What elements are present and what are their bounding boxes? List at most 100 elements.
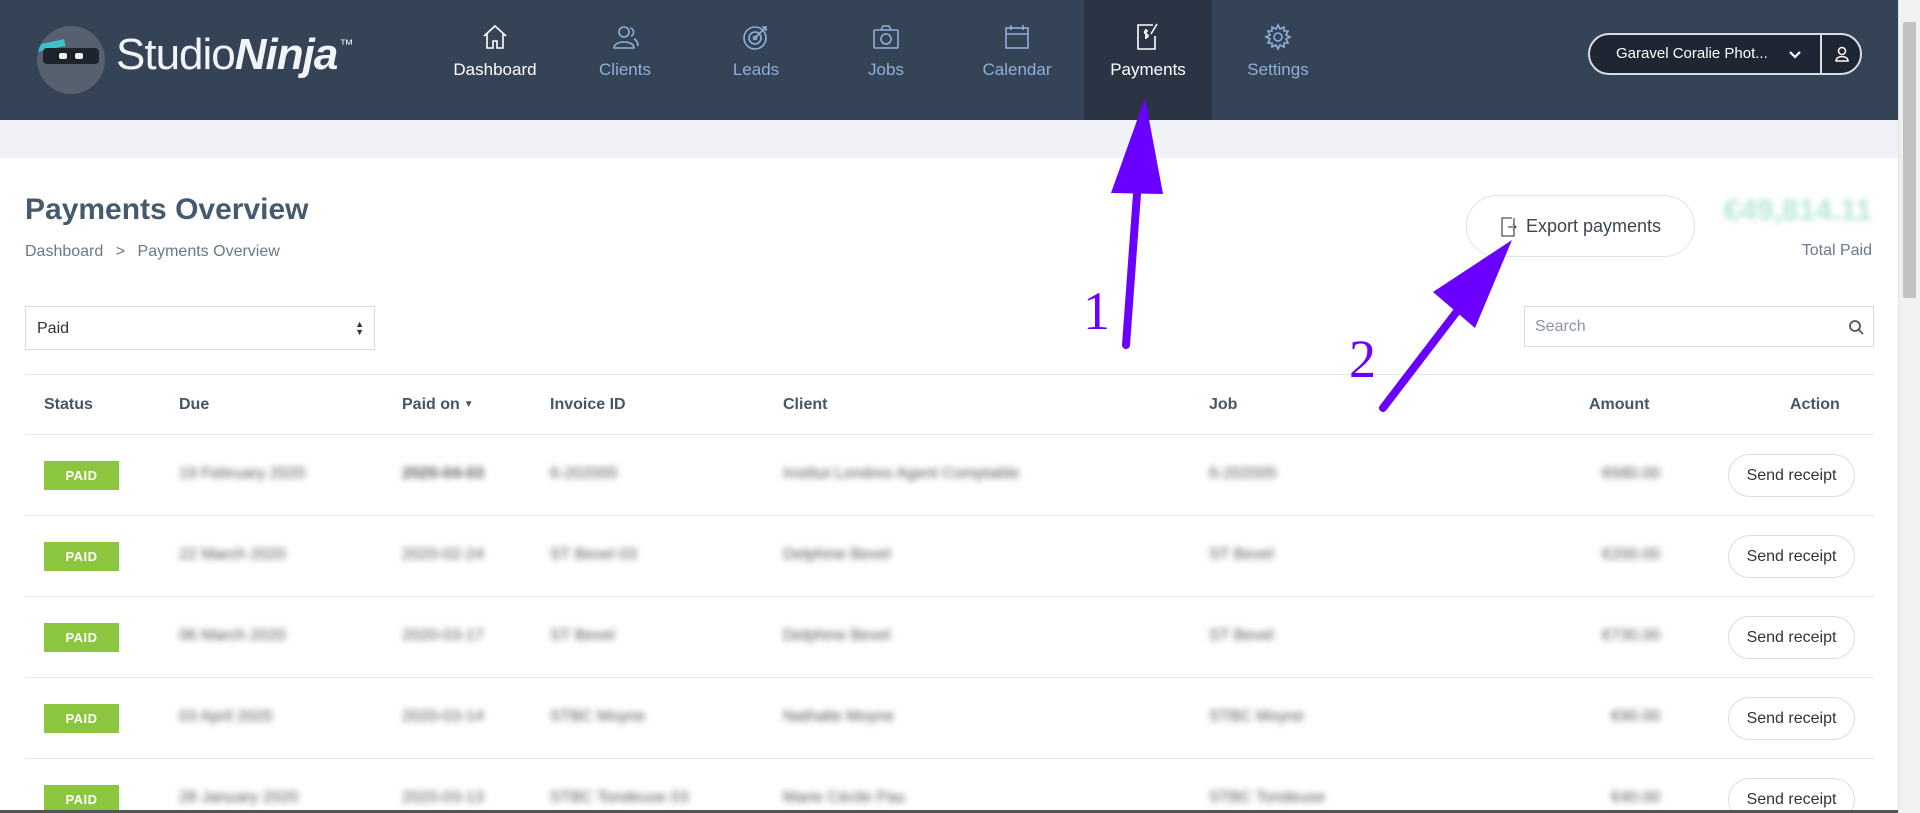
search-icon[interactable] xyxy=(1848,319,1865,336)
client-cell[interactable]: Marie Cécile Pau xyxy=(783,789,905,807)
account-switcher[interactable]: Garavel Coralie Phot... xyxy=(1588,33,1862,75)
status-badge: PAID xyxy=(44,542,119,571)
due-date-cell: 22 March 2020 xyxy=(179,546,286,563)
amount-cell: €40.00 xyxy=(1611,789,1660,806)
annotation-label-2: 2 xyxy=(1349,329,1376,389)
payments-icon xyxy=(1137,23,1158,50)
client-cell[interactable]: Nathalie Moyne xyxy=(783,708,894,726)
app-root: StudioNinja ™ Dashboard Clients Leads Job… xyxy=(0,0,1920,813)
invoice-id-cell[interactable]: ST Bevel 03 xyxy=(550,546,637,564)
nav-dashboard-label: Dashboard xyxy=(453,60,537,79)
status-badge: PAID xyxy=(44,704,119,733)
column-header-due[interactable]: Due xyxy=(179,396,209,414)
sort-desc-icon: ▼ xyxy=(463,399,474,410)
table-row[interactable]: PAID 22 March 2020 2020-02-24 ST Bevel 0… xyxy=(25,516,1874,597)
column-header-action: Action xyxy=(1790,396,1840,413)
breadcrumb-dashboard-link[interactable]: Dashboard xyxy=(25,243,103,260)
gear-icon xyxy=(1264,23,1292,51)
job-cell[interactable]: STBC Tondeuse xyxy=(1209,789,1325,807)
breadcrumb-current: Payments Overview xyxy=(137,243,280,260)
client-cell[interactable]: Institut Londres Agent Comptable xyxy=(783,465,1020,483)
sub-header-band xyxy=(0,120,1898,158)
export-icon xyxy=(1501,217,1517,237)
nav-payments-label: Payments xyxy=(1110,60,1186,79)
search-field[interactable] xyxy=(1524,306,1874,347)
nav-leads[interactable]: Leads xyxy=(692,0,820,120)
nav-leads-label: Leads xyxy=(732,60,780,79)
brand-text-ninja: Ninja xyxy=(234,30,339,79)
camera-icon xyxy=(873,25,899,49)
column-header-job[interactable]: Job xyxy=(1209,396,1237,414)
column-header-client[interactable]: Client xyxy=(783,396,827,414)
ninja-logo-icon[interactable] xyxy=(37,26,105,94)
amount-cell: €730.00 xyxy=(1602,627,1660,644)
home-icon xyxy=(483,24,507,49)
breadcrumb-separator: > xyxy=(115,243,126,260)
account-divider xyxy=(1820,35,1822,73)
nav-dashboard[interactable]: Dashboard xyxy=(431,0,559,120)
scrollbar-thumb[interactable] xyxy=(1903,22,1916,298)
table-row[interactable]: PAID 06 March 2020 2020-03-17 ST Bevel D… xyxy=(25,597,1874,678)
job-cell[interactable]: ST Bevel xyxy=(1209,546,1274,564)
vertical-scrollbar[interactable] xyxy=(1898,0,1920,813)
due-date-cell: 06 March 2020 xyxy=(179,627,286,644)
column-header-status[interactable]: Status xyxy=(44,396,93,414)
calendar-icon xyxy=(1005,25,1029,49)
column-header-amount[interactable]: Amount xyxy=(1589,396,1649,414)
send-receipt-button[interactable]: Send receipt xyxy=(1728,535,1855,578)
paid-on-cell: 2020-03-13 xyxy=(402,789,484,806)
brand-trademark: ™ xyxy=(339,36,353,52)
amount-cell: €680.00 xyxy=(1602,465,1660,482)
total-paid-amount: €49,814.11 xyxy=(1723,194,1873,227)
client-cell[interactable]: Delphine Bevel xyxy=(783,627,891,645)
table-header: Status Due Paid on ▼ Invoice ID Client Jo… xyxy=(25,374,1874,435)
payments-table: Status Due Paid on ▼ Invoice ID Client Jo… xyxy=(25,374,1874,813)
nav-clients[interactable]: Clients xyxy=(561,0,689,120)
send-receipt-button[interactable]: Send receipt xyxy=(1728,697,1855,740)
column-header-paid-on[interactable]: Paid on ▼ xyxy=(402,396,474,414)
invoice-id-cell[interactable]: ST Bevel xyxy=(550,627,615,645)
paid-on-cell: 2020-02-24 xyxy=(402,546,484,563)
invoice-id-cell[interactable]: STBC Moyne xyxy=(550,708,645,726)
paid-on-cell: 2020-03-17 xyxy=(402,627,484,644)
nav-jobs[interactable]: Jobs xyxy=(822,0,950,120)
annotation-label-1: 1 xyxy=(1083,281,1110,341)
table-row[interactable]: PAID 28 January 2020 2020-03-13 STBC Ton… xyxy=(25,759,1874,813)
send-receipt-button[interactable]: Send receipt xyxy=(1728,616,1855,659)
chevron-down-icon[interactable] xyxy=(1786,46,1804,64)
status-badge: PAID xyxy=(44,461,119,490)
user-profile-icon[interactable] xyxy=(1832,44,1852,64)
status-badge: PAID xyxy=(44,623,119,652)
table-row[interactable]: PAID 19 February 2020 2020-04-03 6-20200… xyxy=(25,435,1874,516)
amount-cell: €200.00 xyxy=(1602,546,1660,563)
send-receipt-button[interactable]: Send receipt xyxy=(1728,454,1855,497)
top-nav-bar: StudioNinja ™ Dashboard Clients Leads Job… xyxy=(0,0,1898,120)
brand-text-studio: Studio xyxy=(116,30,236,79)
table-row[interactable]: PAID 03 April 2020 2020-03-14 STBC Moyne… xyxy=(25,678,1874,759)
column-header-paid-on-label: Paid on xyxy=(402,396,460,413)
brand-wordmark[interactable]: StudioNinja ™ xyxy=(116,30,353,80)
invoice-id-cell[interactable]: 6-202005 xyxy=(550,465,618,483)
column-header-invoice-id[interactable]: Invoice ID xyxy=(550,396,626,414)
job-cell[interactable]: STBC Moyne xyxy=(1209,708,1304,726)
total-paid-label: Total Paid xyxy=(1801,242,1872,259)
job-cell[interactable]: ST Bevel xyxy=(1209,627,1274,645)
invoice-id-cell[interactable]: STBC Tondeuse 03 xyxy=(550,789,688,807)
nav-calendar[interactable]: Calendar xyxy=(953,0,1081,120)
job-cell[interactable]: 6-202005 xyxy=(1209,465,1277,483)
nav-jobs-label: Jobs xyxy=(868,60,904,79)
status-filter-value: Paid xyxy=(37,320,70,337)
client-cell[interactable]: Delphine Bevel xyxy=(783,546,891,564)
nav-settings[interactable]: Settings xyxy=(1214,0,1342,120)
paid-on-cell: 2020-04-03 xyxy=(402,465,484,482)
status-filter-select[interactable]: Paid ▲ ▼ xyxy=(25,306,375,350)
search-input[interactable] xyxy=(1535,316,1835,338)
send-receipt-button[interactable]: Send receipt xyxy=(1728,778,1855,813)
due-date-cell: 19 February 2020 xyxy=(179,465,306,482)
account-name: Garavel Coralie Phot... xyxy=(1616,45,1768,62)
nav-calendar-label: Calendar xyxy=(982,60,1052,79)
nav-payments[interactable]: Payments xyxy=(1084,0,1212,120)
nav-clients-label: Clients xyxy=(599,60,651,79)
nav-settings-label: Settings xyxy=(1247,60,1309,79)
export-payments-button[interactable]: Export payments xyxy=(1466,195,1695,257)
